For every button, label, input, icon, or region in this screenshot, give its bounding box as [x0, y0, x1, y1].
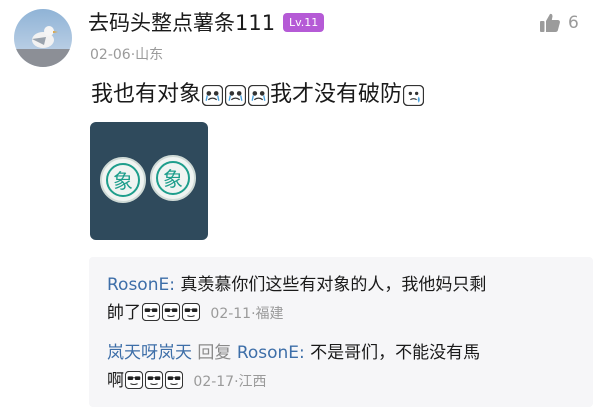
like-button[interactable]: 6 — [538, 11, 579, 35]
post-location: 山东 — [135, 47, 164, 63]
post-text: 我也有对象 我才没有破防 — [91, 80, 425, 110]
reply-location: 福建 — [255, 306, 284, 322]
chess-piece-right: 象 — [150, 155, 196, 201]
reply-text-cont: 帥了 — [107, 303, 141, 323]
sunglasses-emoji-icon — [145, 371, 163, 389]
reply-item[interactable]: 岚天呀岚天 回复 RosonE: 不是哥们，不能没有馬 啊 02-17·江西 — [107, 339, 577, 396]
crying-emoji-icon — [248, 85, 269, 106]
reply-text: 真羡慕你们这些有对象的人，我他妈只剩 — [180, 275, 487, 295]
thumbs-up-icon — [540, 13, 560, 32]
avatar[interactable] — [14, 9, 72, 67]
username[interactable]: 去码头整点薯条111 — [88, 9, 275, 37]
sunglasses-emoji-icon — [125, 371, 143, 389]
reply-meta: 02-17·江西 — [193, 374, 266, 390]
post-text-part1: 我也有对象 — [91, 82, 202, 107]
reply-date: 02-11 — [210, 306, 252, 322]
seagull-avatar-icon — [14, 9, 72, 67]
sunglasses-emoji-icon — [182, 303, 200, 321]
level-badge: Lv.11 — [283, 13, 325, 32]
like-count: 6 — [568, 13, 579, 33]
sunglasses-emoji-icon — [162, 303, 180, 321]
reply-location: 江西 — [238, 374, 267, 390]
replies-section: RosonE: 真羡慕你们这些有对象的人，我他妈只剩 帥了 02-11·福建 岚… — [89, 257, 593, 407]
svg-text:象: 象 — [113, 169, 133, 193]
reply-author[interactable]: 岚天呀岚天 — [107, 343, 192, 363]
post-image[interactable]: 象 象 — [90, 122, 208, 240]
post-meta: 02-06·山东 — [90, 44, 163, 64]
chess-pieces-image: 象 象 — [90, 122, 208, 240]
pofang-emoji-icon — [403, 85, 424, 106]
reply-item[interactable]: RosonE: 真羡慕你们这些有对象的人，我他妈只剩 帥了 02-11·福建 — [107, 271, 577, 328]
reply-date: 02-17 — [193, 374, 235, 390]
crying-emoji-icon — [202, 85, 223, 106]
reply-text-cont: 啊 — [107, 371, 124, 391]
post-text-part2: 我才没有破防 — [270, 82, 403, 107]
sunglasses-emoji-icon — [142, 303, 160, 321]
svg-text:象: 象 — [163, 167, 183, 191]
reply-text: 不是哥们，不能没有馬 — [310, 343, 481, 363]
reply-target[interactable]: RosonE: — [237, 343, 305, 363]
reply-author[interactable]: RosonE: — [107, 275, 175, 295]
post-date: 02-06 — [90, 47, 131, 63]
reply-meta: 02-11·福建 — [210, 306, 283, 322]
reply-keyword: 回复 — [197, 343, 232, 363]
sunglasses-emoji-icon — [165, 371, 183, 389]
crying-emoji-icon — [225, 85, 246, 106]
chess-piece-left: 象 — [100, 157, 146, 203]
